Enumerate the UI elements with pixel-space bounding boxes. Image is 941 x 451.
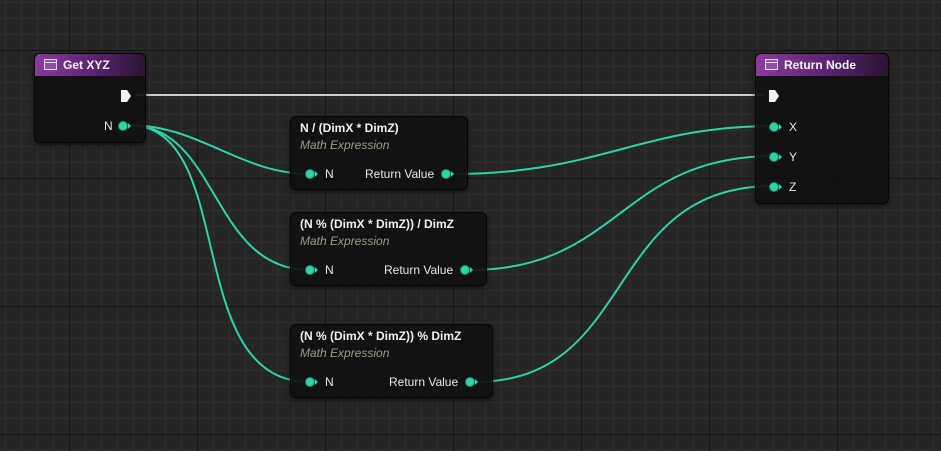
get-xyz-output-n-pin[interactable] xyxy=(118,121,128,131)
wire-expr2-to-y xyxy=(469,155,775,271)
expression-input-n-tip xyxy=(315,267,318,273)
expression-input-n-pin[interactable] xyxy=(305,169,315,179)
expression-subtitle: Math Expression xyxy=(300,138,390,152)
expression-output-label: Return Value xyxy=(365,167,435,181)
function-icon xyxy=(765,59,778,70)
return-node-header[interactable]: Return Node xyxy=(756,54,888,76)
expression-output-tip xyxy=(475,379,478,385)
return-input-x-pin[interactable] xyxy=(769,122,779,132)
expression-input-n-label: N xyxy=(325,263,334,277)
return-input-z-tip xyxy=(779,184,782,190)
expression-input-n-pin[interactable] xyxy=(305,377,315,387)
expression-input-n-tip xyxy=(315,171,318,177)
expression-subtitle: Math Expression xyxy=(300,234,390,248)
return-input-z-label: Z xyxy=(789,180,797,194)
expression-output-label: Return Value xyxy=(384,263,454,277)
wire-n-to-expr3 xyxy=(127,124,311,383)
wire-expr3-to-z xyxy=(473,185,775,383)
expression-title: (N % (DimX * DimZ)) % DimZ xyxy=(300,329,462,343)
get-xyz-title: Get XYZ xyxy=(63,58,110,72)
return-input-y-tip xyxy=(779,154,782,160)
return-input-y-label: Y xyxy=(789,150,798,164)
expression-title: N / (DimX * DimZ) xyxy=(300,121,399,135)
wire-n-to-expr2 xyxy=(127,124,311,271)
get-xyz-header[interactable]: Get XYZ xyxy=(35,54,145,76)
get-xyz-node[interactable]: Get XYZ N xyxy=(34,53,146,143)
exec-out-pin-icon[interactable] xyxy=(120,89,132,103)
wire-expr1-to-x xyxy=(451,125,775,175)
function-icon xyxy=(44,59,57,70)
expression-output-tip xyxy=(470,267,473,273)
get-xyz-output-n-tip xyxy=(128,123,131,129)
math-expression-node[interactable]: N / (DimX * DimZ) Math Expression N Retu… xyxy=(290,116,468,190)
math-expression-node[interactable]: (N % (DimX * DimZ)) % DimZ Math Expressi… xyxy=(290,324,493,398)
exec-in-pin-icon[interactable] xyxy=(768,89,780,103)
expression-input-n-pin[interactable] xyxy=(305,265,315,275)
return-input-z-pin[interactable] xyxy=(769,182,779,192)
expression-input-n-tip xyxy=(315,379,318,385)
return-node-title: Return Node xyxy=(784,58,856,72)
wire-n-to-expr1 xyxy=(127,124,311,175)
expression-subtitle: Math Expression xyxy=(300,346,390,360)
return-input-x-label: X xyxy=(789,120,798,134)
expression-input-n-label: N xyxy=(325,167,334,181)
expression-output-pin[interactable] xyxy=(465,377,475,387)
return-input-y-pin[interactable] xyxy=(769,152,779,162)
expression-output-label: Return Value xyxy=(389,375,459,389)
return-input-x-tip xyxy=(779,124,782,130)
expression-output-pin[interactable] xyxy=(460,265,470,275)
expression-output-pin[interactable] xyxy=(441,169,451,179)
get-xyz-output-n-label: N xyxy=(104,119,113,133)
expression-output-tip xyxy=(451,171,454,177)
expression-title: (N % (DimX * DimZ)) / DimZ xyxy=(300,217,455,231)
expression-input-n-label: N xyxy=(325,375,334,389)
math-expression-node[interactable]: (N % (DimX * DimZ)) / DimZ Math Expressi… xyxy=(290,212,487,286)
return-node[interactable]: Return Node X Y Z xyxy=(755,53,889,204)
